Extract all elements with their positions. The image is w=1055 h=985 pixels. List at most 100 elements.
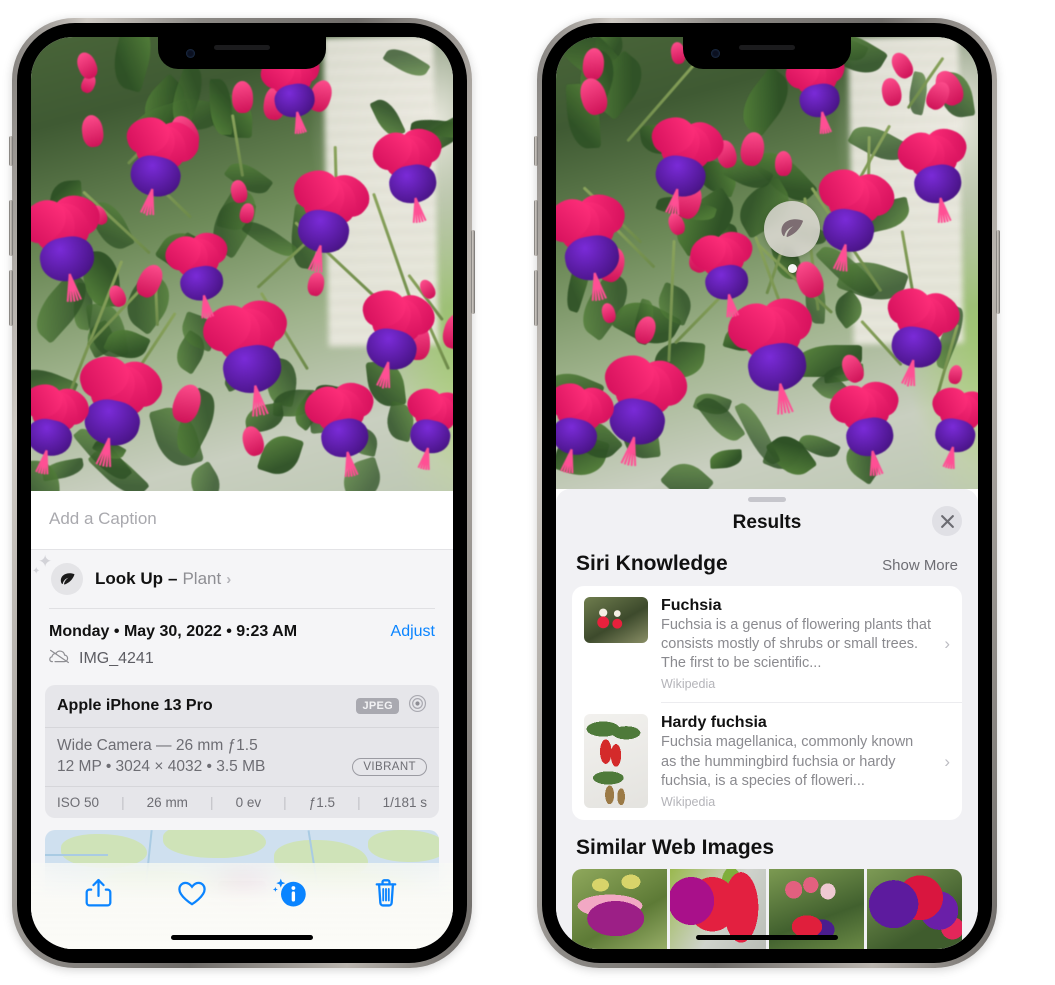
leaf-icon <box>764 201 821 258</box>
chevron-right-icon: › <box>226 570 232 588</box>
photo-fuchsia-flower <box>923 382 978 469</box>
knowledge-title: Hardy fuchsia <box>661 714 767 732</box>
volume-down-button-right[interactable] <box>534 270 538 326</box>
iphone-left: Add a Caption ✦ ✦ Look Up – Plant › Mond… <box>9 18 475 968</box>
photo-fuchsia-flower <box>365 123 449 223</box>
screen-right: Results Siri Knowledge Show More Fuchsia… <box>556 37 978 949</box>
sparkles-small-icon: ✦ <box>32 566 41 577</box>
photo-flower-bud <box>775 151 793 177</box>
look-up-separator: – <box>168 569 178 588</box>
delete-button[interactable] <box>373 878 399 908</box>
siri-knowledge-card: Fuchsia Fuchsia is a genus of flowering … <box>572 586 962 820</box>
home-indicator-right <box>696 935 838 940</box>
power-button-right[interactable] <box>996 230 1000 314</box>
screenshot-stage: Add a Caption ✦ ✦ Look Up – Plant › Mond… <box>0 0 1055 985</box>
results-header: Results <box>556 502 978 548</box>
look-up-label-group: Look Up – Plant › <box>95 569 231 589</box>
photo-detail-sheet: Add a Caption ✦ ✦ Look Up – Plant › Mond… <box>31 491 453 949</box>
volume-up-button-right[interactable] <box>534 200 538 256</box>
aperture-icon <box>408 694 427 718</box>
knowledge-source: Wikipedia <box>661 794 716 809</box>
exif-stat-separator: | <box>121 795 125 810</box>
exif-stat-separator: | <box>210 795 214 810</box>
knowledge-title: Fuchsia <box>661 597 722 614</box>
photo-fuchsia-flower <box>158 227 234 319</box>
knowledge-description: Fuchsia magellanica, commonly known as t… <box>661 734 914 789</box>
filename: IMG_4241 <box>79 649 154 667</box>
exif-card[interactable]: Apple iPhone 13 Pro JPEG Wide Camera — 2… <box>45 685 439 818</box>
siri-knowledge-header: Siri Knowledge Show More <box>556 548 978 586</box>
front-camera-icon <box>186 49 195 58</box>
knowledge-source: Wikipedia <box>661 677 716 692</box>
photo-fuchsia-flower <box>31 189 108 303</box>
photo-fuchsia-flower <box>823 375 906 476</box>
device-model: Apple iPhone 13 Pro <box>57 697 213 714</box>
photo-fuchsia-flower <box>683 226 759 318</box>
adjust-button[interactable]: Adjust <box>391 623 435 641</box>
volume-up-button-left[interactable] <box>9 200 13 256</box>
share-button[interactable] <box>85 878 112 908</box>
exif-stat: 26 mm <box>146 795 188 810</box>
web-image-1[interactable] <box>572 868 668 949</box>
earpiece-speaker <box>739 45 795 50</box>
exif-header: Apple iPhone 13 Pro JPEG <box>45 685 439 728</box>
front-camera-icon <box>711 49 720 58</box>
siri-knowledge-title: Siri Knowledge <box>576 552 728 575</box>
exif-stat-separator: | <box>357 795 361 810</box>
show-more-button[interactable]: Show More <box>882 557 958 574</box>
notch-left <box>158 37 326 69</box>
web-image-4[interactable] <box>866 868 962 949</box>
leaf-icon: ✦ ✦ <box>32 553 83 595</box>
exif-stat: 0 ev <box>235 795 262 810</box>
mute-switch-left[interactable] <box>9 136 13 166</box>
exif-header-badges: JPEG <box>356 694 427 718</box>
photo-fuchsia-flower <box>719 292 822 415</box>
photo-fuchsia-flower <box>398 384 453 471</box>
photo-metadata: Monday • May 30, 2022 • 9:23 AM Adjust I… <box>31 609 453 679</box>
results-title: Results <box>732 512 802 533</box>
power-button-left[interactable] <box>471 230 475 314</box>
similar-web-images-title: Similar Web Images <box>576 835 775 859</box>
lens-info: Wide Camera — 26 mm ƒ1.5 <box>57 737 258 754</box>
photo-fuchsia-flower <box>298 377 381 477</box>
knowledge-item[interactable]: Fuchsia Fuchsia is a genus of flowering … <box>572 586 962 702</box>
look-up-row[interactable]: ✦ ✦ Look Up – Plant › <box>31 550 453 608</box>
mute-switch-right[interactable] <box>534 136 538 166</box>
chevron-right-icon: › <box>944 751 950 771</box>
info-button[interactable] <box>272 877 308 909</box>
file-row: IMG_4241 <box>49 648 435 669</box>
visual-look-up-badge[interactable] <box>764 201 821 274</box>
format-badge: JPEG <box>356 698 399 714</box>
caption-field[interactable]: Add a Caption <box>31 491 453 550</box>
photo-fuchsia-flower <box>890 122 974 223</box>
home-indicator-left <box>171 935 313 940</box>
favorite-button[interactable] <box>177 880 207 907</box>
exif-stat: ƒ1.5 <box>308 795 336 810</box>
exif-body: Wide Camera — 26 mm ƒ1.5 12 MP • 3024 × … <box>45 728 439 787</box>
knowledge-item[interactable]: Hardy fuchsia Fuchsia magellanica, commo… <box>572 703 962 819</box>
size-info: 12 MP • 3024 × 4032 • 3.5 MB <box>57 758 266 775</box>
notch-right <box>683 37 851 69</box>
photo-viewer[interactable] <box>31 37 453 491</box>
chevron-right-icon: › <box>944 634 950 654</box>
exif-stat: ISO 50 <box>57 795 100 810</box>
photographic-style-badge: VIBRANT <box>352 758 427 776</box>
knowledge-text: Fuchsia Fuchsia is a genus of flowering … <box>661 597 931 691</box>
close-icon[interactable] <box>932 506 962 536</box>
exif-stat: 1/181 s <box>382 795 427 810</box>
photo-fuchsia-flower <box>556 188 633 302</box>
screen-left: Add a Caption ✦ ✦ Look Up – Plant › Mond… <box>31 37 453 949</box>
date-row: Monday • May 30, 2022 • 9:23 AM Adjust <box>49 623 435 641</box>
earpiece-speaker <box>214 45 270 50</box>
exif-stats-row: ISO 50 | 26 mm | 0 ev | ƒ1.5 | 1/181 s <box>45 787 439 818</box>
knowledge-description: Fuchsia is a genus of flowering plants t… <box>661 617 932 672</box>
knowledge-text: Hardy fuchsia Fuchsia magellanica, commo… <box>661 714 931 808</box>
cloud-slash-icon <box>49 648 70 669</box>
results-sheet: Results Siri Knowledge Show More Fuchsia… <box>556 489 978 949</box>
volume-down-button-left[interactable] <box>9 270 13 326</box>
size-info-row: 12 MP • 3024 × 4032 • 3.5 MB VIBRANT <box>57 758 427 776</box>
look-up-subject: Plant <box>182 569 222 588</box>
similar-web-images-header: Similar Web Images <box>556 820 978 869</box>
look-up-anchor-dot <box>787 264 797 274</box>
caption-placeholder: Add a Caption <box>49 509 157 528</box>
